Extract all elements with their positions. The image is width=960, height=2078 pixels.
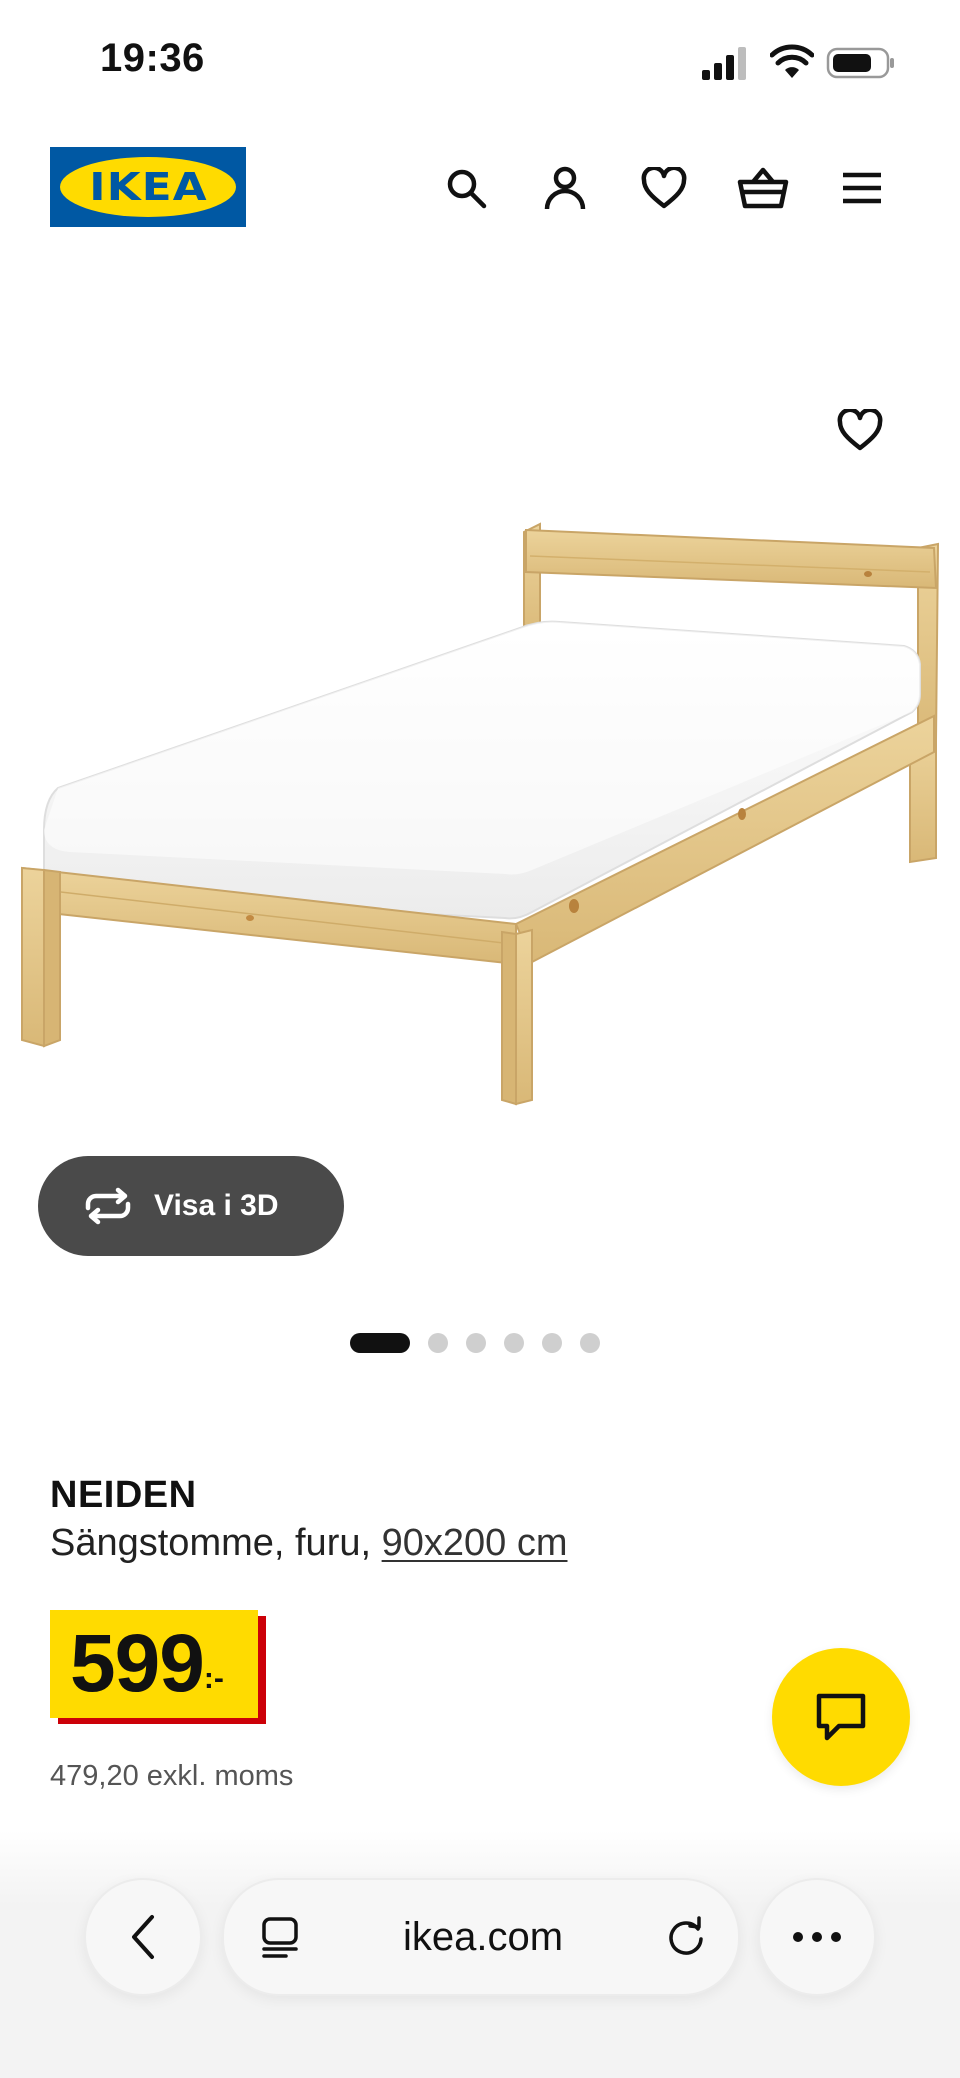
hamburger-menu-icon	[843, 172, 881, 204]
product-type-text: Sängstomme, furu,	[50, 1522, 372, 1564]
view-in-3d-button[interactable]: Visa i 3D	[38, 1156, 344, 1256]
heart-icon	[837, 409, 883, 451]
product-image-bed	[21, 522, 940, 1106]
main-menu-button[interactable]	[834, 160, 890, 216]
wifi-icon	[770, 44, 814, 78]
search-button[interactable]	[438, 160, 494, 216]
search-icon	[447, 169, 487, 209]
browser-more-button[interactable]	[758, 1878, 876, 1996]
gallery-dot-6[interactable]	[580, 1333, 600, 1353]
chevron-left-icon	[132, 1915, 154, 1959]
product-name: NEIDEN	[50, 1474, 197, 1516]
gallery-dot-3[interactable]	[466, 1333, 486, 1353]
status-time: 19:36	[100, 36, 205, 80]
price-excl-vat: 479,20 exkl. moms	[50, 1760, 294, 1792]
view-in-3d-label: Visa i 3D	[154, 1189, 279, 1222]
ikea-logo[interactable]: IKEA	[50, 147, 246, 227]
gallery-dot-2[interactable]	[428, 1333, 448, 1353]
tab-overview-icon[interactable]	[258, 1915, 302, 1959]
browser-url-text[interactable]: ikea.com	[302, 1915, 664, 1960]
gallery-dot-5[interactable]	[542, 1333, 562, 1353]
price-value: 599	[70, 1618, 205, 1709]
logo-wordmark: IKEA	[88, 165, 208, 209]
battery-icon	[826, 47, 894, 79]
rotate-3d-icon	[85, 1187, 131, 1225]
user-icon	[544, 166, 586, 210]
reload-icon[interactable]	[664, 1915, 708, 1959]
product-description: Sängstomme, furu, 90x200 cm	[50, 1522, 568, 1565]
shopping-cart-button[interactable]	[735, 160, 791, 216]
chat-button[interactable]	[772, 1648, 910, 1786]
chat-bubble-icon	[816, 1693, 866, 1741]
gallery-dot-4[interactable]	[504, 1333, 524, 1353]
heart-icon	[641, 167, 687, 209]
more-dots-icon	[793, 1932, 841, 1942]
browser-back-button[interactable]	[84, 1878, 202, 1996]
browser-address-bar[interactable]: ikea.com	[222, 1878, 740, 1996]
price-suffix: :-	[203, 1662, 224, 1695]
price-tag: 599 :-	[50, 1610, 258, 1718]
gallery-dot-1[interactable]	[350, 1333, 410, 1353]
profile-button[interactable]	[537, 160, 593, 216]
product-size-link[interactable]: 90x200 cm	[382, 1522, 568, 1564]
save-to-favourites-button[interactable]	[832, 402, 888, 458]
favourites-button[interactable]	[636, 160, 692, 216]
gallery-pagination[interactable]	[350, 1332, 600, 1354]
cellular-signal-icon	[702, 47, 746, 80]
basket-icon	[737, 167, 789, 209]
